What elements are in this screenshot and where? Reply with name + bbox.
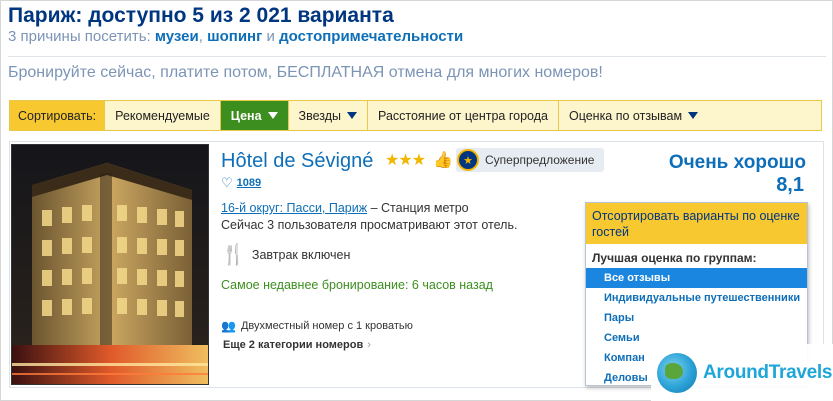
sort-stars-label: Звезды xyxy=(298,108,342,123)
dropdown-item-all[interactable]: Все отзывы xyxy=(586,268,807,288)
heart-icon: ♡ xyxy=(221,175,233,190)
location-link[interactable]: 16-й округ: Пасси, Париж xyxy=(221,201,367,215)
super-deal-badge: ★ Суперпредложение xyxy=(456,148,604,172)
viewing-now: Сейчас 3 пользователя просматривают этот… xyxy=(221,218,518,232)
reasons-prefix: 3 причины посетить: xyxy=(8,28,151,45)
reason-link-sights[interactable]: достопримечательности xyxy=(279,28,463,45)
thumbs-up-icon: 👍 xyxy=(433,152,453,169)
rating-score[interactable]: 8,1 xyxy=(776,174,804,197)
recent-booking: Самое недавнее бронирование: 6 часов наз… xyxy=(221,278,493,292)
reasons-conjunction: и xyxy=(266,28,275,45)
breakfast-label: Завтрак включен xyxy=(251,247,351,262)
sort-distance-label: Расстояние от центра города xyxy=(378,108,548,123)
fork-knife-icon: 🍴 xyxy=(221,244,246,266)
sort-distance[interactable]: Расстояние от центра города xyxy=(368,101,559,130)
globe-icon xyxy=(657,352,697,393)
sort-recommended[interactable]: Рекомендуемые xyxy=(105,101,221,130)
caret-down-icon xyxy=(267,112,278,119)
dropdown-item-couples[interactable]: Пары xyxy=(586,308,807,328)
sort-stars[interactable]: Звезды xyxy=(289,101,369,130)
favorites-count[interactable]: ♡ 1089 xyxy=(221,175,261,191)
sort-label: Сортировать: xyxy=(10,101,106,130)
dropdown-subheader: Лучшая оценка по группам: xyxy=(592,251,757,265)
reason-link-museums[interactable]: музеи xyxy=(155,28,199,45)
hotel-location: 16-й округ: Пасси, Париж – Станция метро xyxy=(221,201,469,215)
watermark-text: AroundTravels xyxy=(703,361,833,383)
sort-reviews-label: Оценка по отзывам xyxy=(568,108,683,123)
promo-banner: Бронируйте сейчас, платите потом, БЕСПЛА… xyxy=(8,64,603,81)
sort-recommended-label: Рекомендуемые xyxy=(115,108,210,123)
more-rooms-link[interactable]: Еще 2 категории номеров › xyxy=(223,339,371,351)
deal-medal-icon: ★ xyxy=(457,149,479,171)
sort-price[interactable]: Цена xyxy=(220,101,289,130)
caret-down-icon xyxy=(347,112,358,119)
likes-count: 1089 xyxy=(236,177,262,189)
super-deal-label: Суперпредложение xyxy=(485,153,595,167)
page-title: Париж: доступно 5 из 2 021 варианта xyxy=(8,4,394,27)
watermark: AroundTravels xyxy=(651,344,833,401)
rating-text[interactable]: Очень хорошо xyxy=(669,152,806,174)
reason-link-shopping[interactable]: шопинг xyxy=(207,28,262,45)
reasons-line: 3 причины посетить: музеи, шопинг и дост… xyxy=(8,28,463,45)
dropdown-item-solo[interactable]: Индивидуальные путешественники xyxy=(586,288,807,308)
dropdown-header[interactable]: Отсортировать варианты по оценке гостей xyxy=(586,203,807,244)
caret-down-icon xyxy=(688,112,699,119)
location-metro: – Станция метро xyxy=(370,201,469,215)
sort-price-label: Цена xyxy=(230,108,262,123)
room-label: Двухместный номер с 1 кроватью xyxy=(240,320,413,332)
hotel-name-link[interactable]: Hôtel de Sévigné xyxy=(221,150,373,173)
star-rating: ★★★ xyxy=(385,152,426,169)
chevron-right-icon: › xyxy=(367,339,371,351)
room-type: 👥 Двухместный номер с 1 кроватью xyxy=(221,319,413,333)
breakfast-info: 🍴 Завтрак включен xyxy=(221,242,350,267)
hotel-building-image xyxy=(12,145,208,384)
sort-reviews[interactable]: Оценка по отзывам xyxy=(559,101,708,130)
hotel-photo[interactable] xyxy=(11,144,209,385)
reasons-separator: , xyxy=(198,28,203,45)
sort-bar: Сортировать: Рекомендуемые Цена Звезды Р… xyxy=(9,100,822,131)
people-icon: 👥 xyxy=(221,319,236,333)
more-rooms-label: Еще 2 категории номеров xyxy=(223,339,364,351)
divider xyxy=(8,56,826,57)
